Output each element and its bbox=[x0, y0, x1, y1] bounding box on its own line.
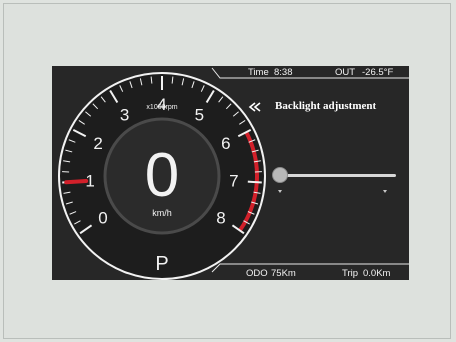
tachometer-needle bbox=[64, 178, 89, 185]
slider-min-marker bbox=[278, 190, 282, 193]
speed-unit: km/h bbox=[152, 208, 172, 218]
tachometer-tick-label: 6 bbox=[221, 134, 230, 153]
tachometer-tick-label: 5 bbox=[195, 105, 204, 124]
trip-value: 0.0Km bbox=[363, 268, 391, 279]
instrument-cluster-display: Time 8:38 OUT -26.5°F 012345678 x1000rpm… bbox=[52, 66, 409, 280]
outside-temp-value: -26.5°F bbox=[362, 67, 393, 78]
slider-max-marker bbox=[383, 190, 387, 193]
speed-value: 0 bbox=[145, 141, 179, 210]
backlight-slider-knob[interactable] bbox=[272, 167, 288, 183]
tachometer-tick-label: 7 bbox=[229, 172, 238, 191]
time-label: Time bbox=[248, 67, 269, 78]
tachometer-tick-label: 8 bbox=[216, 208, 225, 227]
backlight-title: Backlight adjustment bbox=[275, 100, 376, 112]
backlight-slider-track bbox=[280, 174, 396, 177]
gear-indicator: P bbox=[155, 253, 168, 275]
cluster-svg: Time 8:38 OUT -26.5°F 012345678 x1000rpm… bbox=[58, 67, 409, 280]
odometer-label: ODO bbox=[246, 268, 268, 279]
double-chevron-left-icon bbox=[248, 102, 261, 112]
tachometer-tick-label: 0 bbox=[98, 208, 107, 227]
tachometer-tick-label: 2 bbox=[93, 134, 102, 153]
back-button[interactable] bbox=[248, 102, 261, 112]
time-value: 8:38 bbox=[274, 67, 293, 78]
tachometer-major-tick bbox=[247, 180, 262, 184]
odometer-value: 75Km bbox=[271, 268, 296, 279]
trip-label: Trip bbox=[342, 268, 358, 279]
outside-temp-label: OUT bbox=[335, 67, 355, 78]
rpm-unit-label: x1000rpm bbox=[146, 104, 177, 111]
tachometer-tick-label: 3 bbox=[120, 105, 129, 124]
backlight-slider[interactable] bbox=[272, 167, 397, 194]
tachometer: 012345678 x1000rpm 0 km/h bbox=[58, 72, 266, 280]
